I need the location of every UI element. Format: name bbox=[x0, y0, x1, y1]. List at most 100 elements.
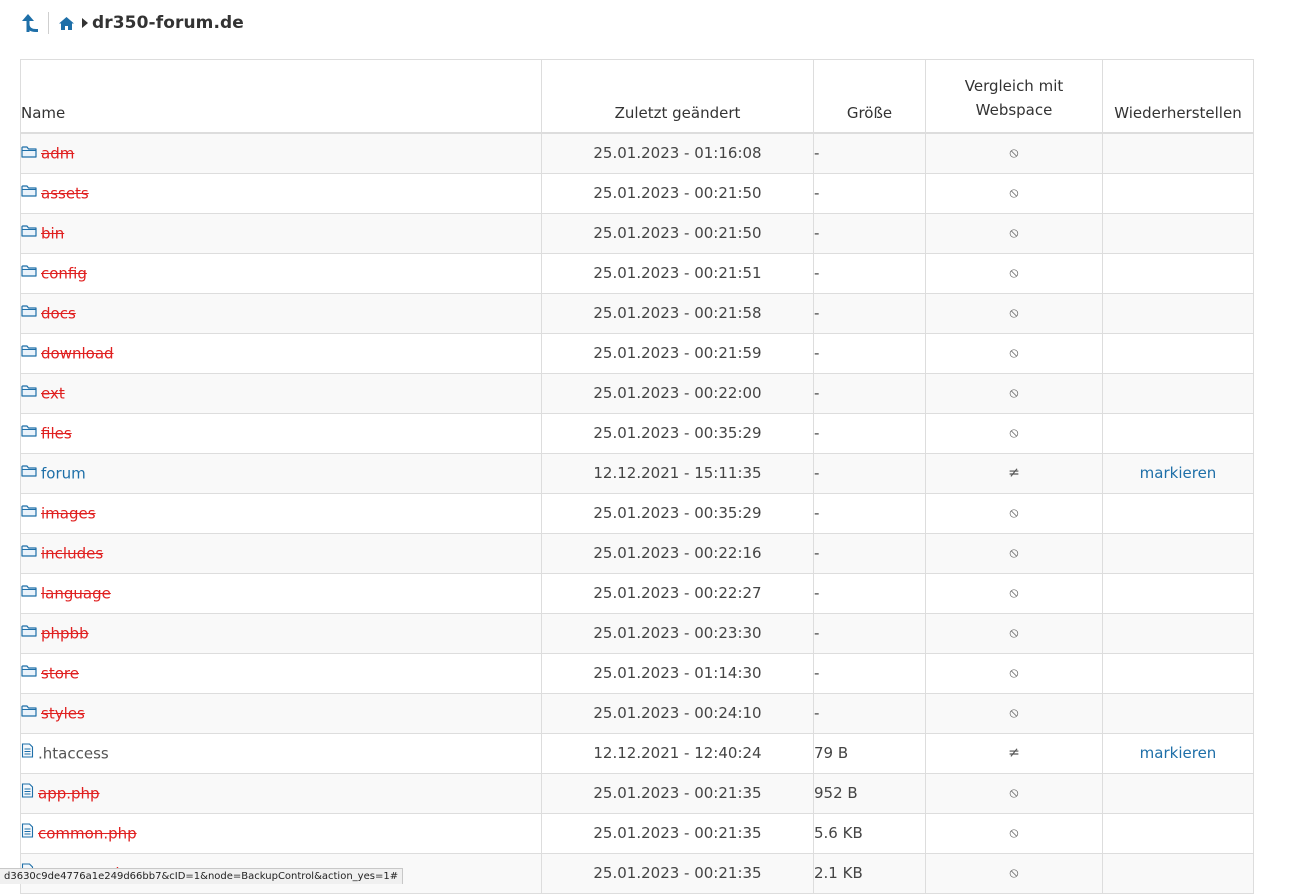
cell-modified: 25.01.2023 - 00:21:35 bbox=[541, 812, 814, 854]
arrow-up-left-icon bbox=[22, 14, 38, 32]
folder-icon bbox=[21, 543, 38, 561]
cell-name: adm bbox=[20, 132, 542, 174]
cell-compare: ⦸ bbox=[925, 652, 1103, 694]
cell-name: ext bbox=[20, 372, 542, 414]
cell-name: styles bbox=[20, 692, 542, 734]
table-header-row: Name Zuletzt geändert Größe Vergleich mi… bbox=[20, 59, 1254, 134]
folder-name: files bbox=[41, 424, 72, 443]
table-row: includes 25.01.2023 - 00:22:16- ⦸ bbox=[20, 532, 1254, 574]
cell-name: forum bbox=[20, 452, 542, 494]
cell-compare: ⦸ bbox=[925, 492, 1103, 534]
table-row: store 25.01.2023 - 01:14:30- ⦸ bbox=[20, 652, 1254, 694]
not-present-icon: ⦸ bbox=[1009, 145, 1019, 162]
cell-modified: 25.01.2023 - 00:21:51 bbox=[541, 252, 814, 294]
cell-size: - bbox=[813, 332, 926, 374]
folder-icon bbox=[21, 144, 38, 162]
header-compare: Vergleich mit Webspace bbox=[925, 59, 1103, 134]
cell-compare: ⦸ bbox=[925, 532, 1103, 574]
cell-size: - bbox=[813, 532, 926, 574]
cell-modified: 25.01.2023 - 00:21:50 bbox=[541, 212, 814, 254]
header-size[interactable]: Größe bbox=[813, 59, 926, 134]
mark-restore-link[interactable]: markieren bbox=[1140, 744, 1217, 762]
not-present-icon: ⦸ bbox=[1009, 345, 1019, 361]
table-row: language 25.01.2023 - 00:22:27- ⦸ bbox=[20, 572, 1254, 614]
cell-name: app.php bbox=[20, 772, 542, 814]
not-present-icon: ⦸ bbox=[1009, 705, 1019, 721]
home-icon bbox=[59, 16, 74, 30]
cell-size: - bbox=[813, 292, 926, 334]
cell-size: - bbox=[813, 172, 926, 214]
cell-name: common.php bbox=[20, 812, 542, 854]
table-row: common.php 25.01.2023 - 00:21:35 5.6 KB ⦸ bbox=[20, 812, 1254, 854]
folder-name: config bbox=[41, 264, 87, 283]
cell-compare: ⦸ bbox=[925, 612, 1103, 654]
cell-compare: ⦸ bbox=[925, 172, 1103, 214]
folder-icon bbox=[21, 463, 38, 481]
breadcrumb-divider bbox=[48, 12, 49, 34]
file-icon bbox=[21, 822, 35, 842]
folder-icon bbox=[21, 503, 38, 521]
cell-name: download bbox=[20, 332, 542, 374]
cell-modified: 25.01.2023 - 00:35:29 bbox=[541, 492, 814, 534]
cell-size: - bbox=[813, 212, 926, 254]
not-equal-icon: ≠ bbox=[1008, 745, 1020, 761]
cell-name: docs bbox=[20, 292, 542, 334]
not-present-icon: ⦸ bbox=[1009, 425, 1019, 441]
folder-icon bbox=[21, 223, 38, 241]
folder-icon bbox=[21, 703, 38, 721]
not-present-icon: ⦸ bbox=[1009, 305, 1019, 321]
cell-size: - bbox=[813, 492, 926, 534]
breadcrumb-current: dr350-forum.de bbox=[92, 13, 244, 33]
navigate-up-button[interactable] bbox=[18, 9, 42, 37]
table-row: app.php 25.01.2023 - 00:21:35 952 B ⦸ bbox=[20, 772, 1254, 814]
folder-icon bbox=[21, 343, 38, 361]
file-icon bbox=[21, 782, 35, 802]
not-present-icon: ⦸ bbox=[1009, 825, 1019, 841]
cell-modified: 25.01.2023 - 00:21:50 bbox=[541, 172, 814, 214]
not-present-icon: ⦸ bbox=[1009, 185, 1019, 201]
cell-restore bbox=[1102, 492, 1254, 534]
table-row: config 25.01.2023 - 00:21:51- ⦸ bbox=[20, 252, 1254, 294]
cell-restore bbox=[1102, 132, 1254, 174]
cell-restore bbox=[1102, 652, 1254, 694]
cell-size: 5.6 KB bbox=[813, 812, 926, 854]
folder-icon bbox=[21, 663, 38, 681]
folder-icon bbox=[21, 263, 38, 281]
folder-name[interactable]: forum bbox=[41, 464, 86, 482]
cell-restore bbox=[1102, 852, 1254, 894]
table-row: phpbb 25.01.2023 - 00:23:30- ⦸ bbox=[20, 612, 1254, 654]
cell-size: - bbox=[813, 652, 926, 694]
caret-right-icon bbox=[82, 18, 88, 28]
folder-name: images bbox=[41, 504, 96, 523]
folder-name: language bbox=[41, 584, 111, 603]
cell-compare: ⦸ bbox=[925, 572, 1103, 614]
cell-compare: ⦸ bbox=[925, 332, 1103, 374]
table-row: ext 25.01.2023 - 00:22:00- ⦸ bbox=[20, 372, 1254, 414]
home-button[interactable] bbox=[58, 14, 76, 32]
mark-restore-link[interactable]: markieren bbox=[1140, 464, 1217, 482]
cell-size: - bbox=[813, 252, 926, 294]
header-modified[interactable]: Zuletzt geändert bbox=[541, 59, 814, 134]
cell-size: - bbox=[813, 612, 926, 654]
cell-modified: 12.12.2021 - 15:11:35 bbox=[541, 452, 814, 494]
table-row: download 25.01.2023 - 00:21:59- ⦸ bbox=[20, 332, 1254, 374]
header-name[interactable]: Name bbox=[20, 59, 542, 134]
cell-restore bbox=[1102, 692, 1254, 734]
file-name: common.php bbox=[38, 824, 137, 842]
cell-restore bbox=[1102, 372, 1254, 414]
header-restore: Wiederherstellen bbox=[1102, 59, 1254, 134]
cell-size: 952 B bbox=[813, 772, 926, 814]
table-row: forum 12.12.2021 - 15:11:35- ≠ markieren bbox=[20, 452, 1254, 494]
table-row: assets 25.01.2023 - 00:21:50- ⦸ bbox=[20, 172, 1254, 214]
table-row: bin 25.01.2023 - 00:21:50- ⦸ bbox=[20, 212, 1254, 254]
cell-restore bbox=[1102, 292, 1254, 334]
table-row: images 25.01.2023 - 00:35:29- ⦸ bbox=[20, 492, 1254, 534]
cell-restore bbox=[1102, 212, 1254, 254]
cell-restore bbox=[1102, 332, 1254, 374]
cell-compare: ⦸ bbox=[925, 212, 1103, 254]
cell-modified: 25.01.2023 - 00:23:30 bbox=[541, 612, 814, 654]
cell-modified: 12.12.2021 - 12:40:24 bbox=[541, 732, 814, 774]
cell-name: .htaccess bbox=[20, 732, 542, 774]
cell-modified: 25.01.2023 - 00:22:16 bbox=[541, 532, 814, 574]
cell-modified: 25.01.2023 - 00:21:35 bbox=[541, 772, 814, 814]
